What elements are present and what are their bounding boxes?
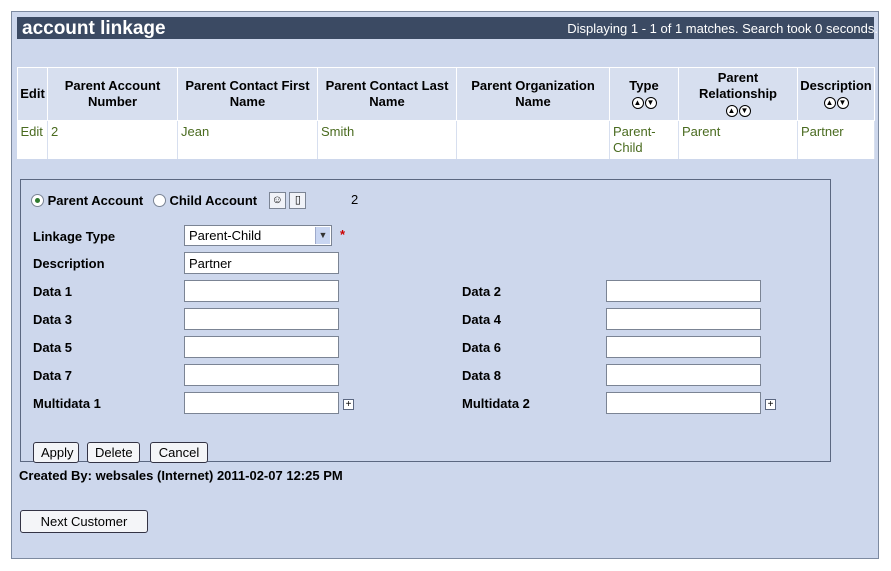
col-type[interactable]: Type ▲ ▼ <box>609 67 679 121</box>
cell-parent-relationship: Parent <box>678 120 798 159</box>
child-account-radio-label: Child Account <box>169 193 258 209</box>
page-title: account linkage <box>22 18 166 39</box>
col-description[interactable]: Description ▲ ▼ <box>797 67 875 121</box>
col-edit: Edit <box>17 67 48 121</box>
sort-ascending-icon[interactable]: ▲ <box>631 96 644 109</box>
data-6-field[interactable] <box>606 336 761 358</box>
col-parent-contact-last-name: Parent Contact Last Name <box>317 67 457 121</box>
data-8-label: Data 8 <box>462 368 502 383</box>
cell-description: Partner <box>797 120 875 159</box>
sort-descending-icon[interactable]: ▼ <box>836 96 849 109</box>
chevron-down-icon[interactable]: ▼ <box>315 227 330 244</box>
clear-icon[interactable]: ▯ <box>289 192 307 210</box>
sort-descending-icon[interactable]: ▼ <box>644 96 657 109</box>
data-4-field[interactable] <box>606 308 761 330</box>
table-row: Edit 2 Jean Smith Parent-Child Parent Pa… <box>17 120 875 159</box>
child-account-radio[interactable] <box>152 194 166 208</box>
multidata-2-field[interactable] <box>606 392 761 414</box>
col-parent-account-number: Parent Account Number <box>47 67 178 121</box>
parent-account-radio-label: Parent Account <box>47 193 144 209</box>
apply-button[interactable]: Apply <box>33 442 79 463</box>
contact-lookup-icon[interactable]: ☺ <box>268 192 286 210</box>
edit-link[interactable]: Edit <box>17 120 48 159</box>
account-linkage-panel: account linkage Displaying 1 - 1 of 1 ma… <box>11 11 879 559</box>
data-3-field[interactable] <box>184 308 339 330</box>
col-description-label: Description <box>800 78 872 93</box>
col-type-label: Type <box>629 78 659 93</box>
data-8-field[interactable] <box>606 364 761 386</box>
next-customer-button[interactable]: Next Customer <box>20 510 148 533</box>
data-3-label: Data 3 <box>33 312 73 327</box>
data-5-label: Data 5 <box>33 340 73 355</box>
cell-parent-first-name: Jean <box>177 120 318 159</box>
data-2-field[interactable] <box>606 280 761 302</box>
cell-parent-last-name: Smith <box>317 120 457 159</box>
col-parent-organization-name: Parent Organization Name <box>456 67 610 121</box>
description-field[interactable] <box>184 252 339 274</box>
multidata-2-label: Multidata 2 <box>462 396 530 411</box>
title-bar: account linkage Displaying 1 - 1 of 1 ma… <box>17 17 878 39</box>
match-summary: Displaying 1 - 1 of 1 matches. Search to… <box>567 21 878 36</box>
required-marker: * <box>340 227 346 242</box>
linkage-table: Edit Parent Account Number Parent Contac… <box>17 67 875 159</box>
data-1-field[interactable] <box>184 280 339 302</box>
data-5-field[interactable] <box>184 336 339 358</box>
parent-account-radio[interactable] <box>31 194 44 208</box>
multidata-1-label: Multidata 1 <box>33 396 101 411</box>
description-label: Description <box>33 256 105 271</box>
cell-type: Parent-Child <box>609 120 679 159</box>
data-7-label: Data 7 <box>33 368 73 383</box>
col-parent-relationship-label: Parent Relationship <box>698 70 777 101</box>
linkage-type-label: Linkage Type <box>33 229 116 244</box>
data-7-field[interactable] <box>184 364 339 386</box>
created-by-text: Created By: websales (Internet) 2011-02-… <box>19 468 343 483</box>
sort-ascending-icon[interactable]: ▲ <box>725 104 738 117</box>
multidata-1-field[interactable] <box>184 392 339 414</box>
linkage-type-select[interactable]: Parent-Child ▼ <box>184 225 332 246</box>
table-header-row: Edit Parent Account Number Parent Contac… <box>17 67 875 121</box>
add-icon[interactable]: + <box>343 399 354 410</box>
col-parent-relationship[interactable]: Parent Relationship ▲ ▼ <box>678 67 798 121</box>
sort-descending-icon[interactable]: ▼ <box>738 104 751 117</box>
linkage-type-value: Parent-Child <box>189 228 262 243</box>
data-2-label: Data 2 <box>462 284 502 299</box>
data-1-label: Data 1 <box>33 284 73 299</box>
col-parent-contact-first-name: Parent Contact First Name <box>177 67 318 121</box>
delete-button[interactable]: Delete <box>87 442 140 463</box>
account-role-radio-group: Parent Account Child Account ☺ ▯ <box>31 192 307 210</box>
account-number: 2 <box>351 192 359 207</box>
data-6-label: Data 6 <box>462 340 502 355</box>
cancel-button[interactable]: Cancel <box>150 442 208 463</box>
data-4-label: Data 4 <box>462 312 502 327</box>
cell-parent-account-number: 2 <box>47 120 178 159</box>
add-icon[interactable]: + <box>765 399 776 410</box>
linkage-edit-form: Parent Account Child Account ☺ ▯ 2 Linka… <box>20 179 831 463</box>
sort-ascending-icon[interactable]: ▲ <box>823 96 836 109</box>
cell-parent-organization <box>456 120 610 159</box>
